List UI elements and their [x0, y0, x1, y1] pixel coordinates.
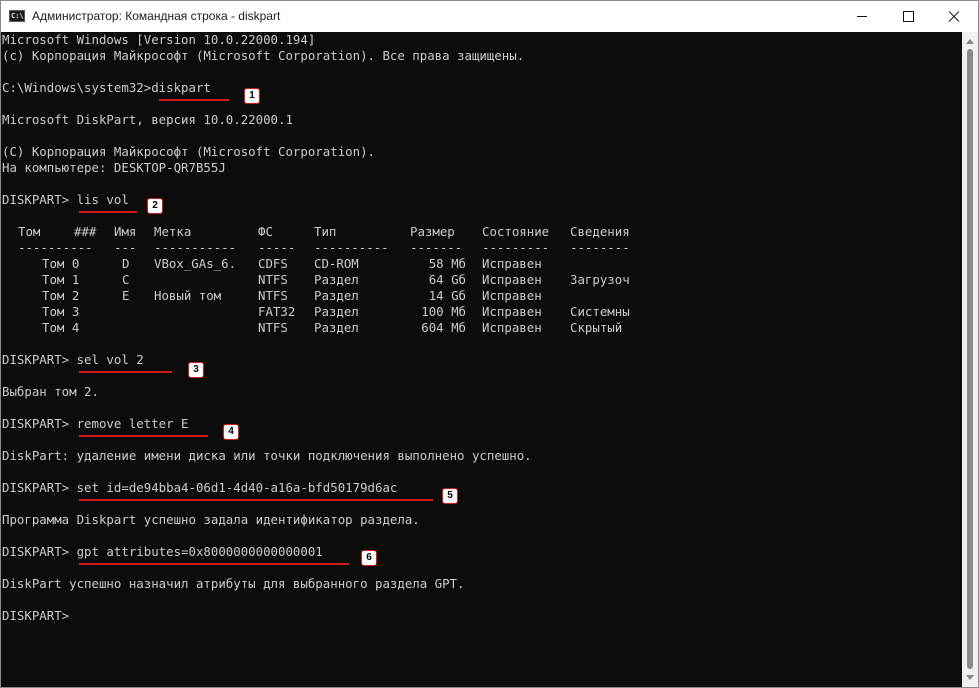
cell-info: Загрузоч [570, 272, 630, 287]
console-prompt[interactable]: DISKPART> [2, 608, 69, 624]
annotation-underline [79, 211, 137, 213]
annotation-badge-1: 1 [244, 88, 260, 104]
cell-fs: NTFS [258, 288, 288, 303]
cell-fs: FAT32 [258, 304, 296, 319]
console-line: C:\Windows\system32>diskpart [2, 80, 211, 95]
header-cell: Том [18, 224, 41, 239]
annotation-underline [79, 563, 349, 565]
console-line: DISKPART> sel vol 2 [2, 352, 144, 367]
header-cell: Имя [114, 224, 137, 239]
annotation-badge-5: 5 [442, 488, 458, 504]
annotation-underline [79, 371, 172, 373]
console-line: DiskPart успешно назначил атрибуты для в… [2, 576, 465, 591]
close-icon [948, 11, 960, 23]
cell-letter: C [122, 272, 130, 287]
cell-size: 58 Мб [428, 256, 466, 271]
annotation-badge-6: 6 [361, 550, 377, 566]
annotation-underline [79, 435, 208, 437]
header-cell: Сведения [570, 224, 630, 239]
minimize-button[interactable] [839, 1, 885, 32]
cell-volume: Том 4 [42, 320, 80, 335]
cell-label: Новый том [154, 288, 222, 303]
cell-volume: Том 0 [42, 256, 80, 271]
separator-cell: --------- [482, 240, 550, 255]
annotation-underline [159, 99, 229, 101]
console-line: Microsoft Windows [Version 10.0.22000.19… [2, 32, 316, 47]
console-line: Microsoft DiskPart, версия 10.0.22000.1 [2, 112, 293, 127]
scrollbar-thumb[interactable] [967, 49, 973, 669]
cell-type: Раздел [314, 320, 359, 335]
console-window: C:\ Администратор: Командная строка - di… [0, 0, 979, 688]
cell-info: Системны [570, 304, 630, 319]
header-cell: Состояние [482, 224, 550, 239]
cell-info: Скрытый [570, 320, 623, 335]
cell-status: Исправен [482, 256, 542, 271]
window-title: Администратор: Командная строка - diskpa… [32, 9, 281, 23]
cell-type: Раздел [314, 304, 359, 319]
separator-cell: ----- [258, 240, 296, 255]
cell-volume: Том 1 [42, 272, 80, 287]
separator-cell: ------- [410, 240, 463, 255]
cell-type: Раздел [314, 288, 359, 303]
console-line: DISKPART> remove letter E [2, 416, 189, 431]
scroll-down-arrow-icon[interactable] [966, 675, 974, 680]
vertical-scrollbar[interactable] [962, 32, 978, 687]
cell-status: Исправен [482, 304, 542, 319]
close-button[interactable] [931, 1, 977, 32]
console-line: Выбран том 2. [2, 384, 99, 399]
cell-status: Исправен [482, 288, 542, 303]
cell-status: Исправен [482, 272, 542, 287]
cell-type: CD-ROM [314, 256, 359, 271]
header-cell: Метка [154, 224, 192, 239]
header-cell: Тип [314, 224, 337, 239]
cell-fs: NTFS [258, 320, 288, 335]
cell-fs: NTFS [258, 272, 288, 287]
cell-size: 100 Мб [421, 304, 466, 319]
cell-fs: CDFS [258, 256, 288, 271]
console-line: Программа Diskpart успешно задала иденти… [2, 512, 420, 527]
cell-volume: Том 2 [42, 288, 80, 303]
header-cell: Размер [410, 224, 455, 239]
separator-cell: -------- [570, 240, 630, 255]
separator-cell: ---------- [18, 240, 93, 255]
annotation-badge-2: 2 [147, 198, 163, 214]
header-cell: ФС [258, 224, 273, 239]
cell-letter: E [122, 288, 130, 303]
cell-letter: D [122, 256, 130, 271]
annotation-badge-3: 3 [188, 362, 204, 378]
annotation-underline [79, 499, 433, 501]
console-line: (C) Корпорация Майкрософт (Microsoft Cor… [2, 144, 375, 159]
console-line: (c) Корпорация Майкрософт (Microsoft Cor… [2, 48, 525, 63]
maximize-icon [902, 11, 914, 22]
title-bar[interactable]: C:\ Администратор: Командная строка - di… [1, 1, 978, 32]
separator-cell: ----------- [154, 240, 237, 255]
console-line: DiskPart: удаление имени диска или точки… [2, 448, 532, 463]
scroll-up-arrow-icon[interactable] [966, 39, 974, 44]
console-line: DISKPART> lis vol [2, 192, 129, 207]
cell-size: 604 Мб [421, 320, 466, 335]
minimize-icon [857, 16, 867, 17]
cell-size: 14 Gб [428, 288, 466, 303]
cell-size: 64 Gб [428, 272, 466, 287]
cell-type: Раздел [314, 272, 359, 287]
console-line: DISKPART> set id=de94bba4-06d1-4d40-a16a… [2, 480, 398, 495]
header-cell: ### [74, 224, 97, 239]
console-line: DISKPART> gpt attributes=0x8000000000000… [2, 544, 323, 559]
console-output[interactable]: Microsoft Windows [Version 10.0.22000.19… [1, 32, 962, 687]
cell-volume: Том 3 [42, 304, 80, 319]
cmd-icon: C:\ [9, 10, 25, 22]
cell-label: VBox_GAs_6. [154, 256, 237, 271]
annotation-badge-4: 4 [223, 424, 239, 440]
separator-cell: ---------- [314, 240, 389, 255]
maximize-button[interactable] [885, 1, 931, 32]
separator-cell: --- [114, 240, 137, 255]
console-line: На компьютере: DESKTOP-QR7B55J [2, 160, 226, 175]
cell-status: Исправен [482, 320, 542, 335]
